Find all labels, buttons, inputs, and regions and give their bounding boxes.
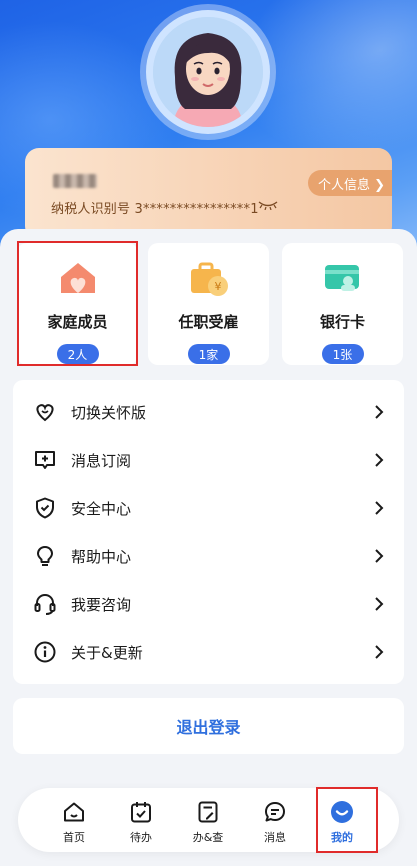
eye-closed-icon[interactable]: [258, 200, 278, 210]
menu-item-label: 我要咨询: [71, 595, 132, 614]
highlight-box-family: [17, 241, 138, 366]
settings-menu: 切换关怀版 消息订阅 安全中心 帮助中心 我要咨询 关于&更新: [13, 380, 404, 684]
tile-label: 任职受雇: [178, 313, 239, 331]
menu-item-message-subscription[interactable]: 消息订阅: [13, 436, 404, 484]
menu-item-about-update[interactable]: 关于&更新: [13, 628, 404, 676]
tax-id-label: 纳税人识别号 3****************1: [51, 202, 259, 217]
heart-outline-icon: [36, 404, 54, 422]
chat-bubble-icon: [265, 802, 285, 822]
avatar-image: [153, 17, 263, 127]
calendar-check-icon: [131, 802, 151, 823]
tab-label: 首页: [63, 831, 85, 844]
bank-card-icon: [324, 265, 359, 291]
tab-label: 待办: [130, 831, 152, 844]
menu-item-label: 切换关怀版: [71, 403, 147, 422]
menu-item-consult[interactable]: 我要咨询: [13, 580, 404, 628]
count-badge: 1张: [321, 344, 364, 364]
count-badge: 1家: [187, 344, 230, 364]
personal-info-button[interactable]: 个人信息 ❯: [308, 170, 392, 196]
menu-item-label: 安全中心: [71, 499, 132, 518]
chevron-right-icon: [375, 549, 384, 563]
chevron-right-icon: [375, 597, 384, 611]
tab-label: 消息: [264, 831, 286, 844]
avatar[interactable]: [146, 10, 270, 134]
info-circle-icon: [34, 641, 56, 663]
lightbulb-icon: [37, 546, 53, 566]
profile-info-card: 纳税人识别号 3****************1 个人信息 ❯: [25, 148, 392, 240]
tab-home[interactable]: 首页: [44, 788, 104, 852]
briefcase-yen-icon: ¥: [190, 262, 228, 296]
menu-item-help-center[interactable]: 帮助中心: [13, 532, 404, 580]
chevron-right-icon: [375, 453, 384, 467]
menu-item-label: 帮助中心: [71, 547, 132, 566]
tab-todo[interactable]: 待办: [111, 788, 171, 852]
message-plus-icon: [35, 451, 55, 469]
chevron-right-icon: [375, 645, 384, 659]
tab-messages[interactable]: 消息: [245, 788, 305, 852]
highlight-box-mine-tab: [316, 787, 378, 853]
tile-label: 银行卡: [319, 313, 365, 331]
menu-item-security-center[interactable]: 安全中心: [13, 484, 404, 532]
tab-label: 办&查: [192, 831, 224, 844]
menu-item-label: 关于&更新: [71, 643, 143, 662]
home-icon: [64, 802, 84, 822]
document-edit-icon: [198, 801, 218, 823]
logout-button[interactable]: 退出登录: [13, 698, 404, 754]
shield-check-icon: [36, 497, 54, 519]
svg-text:¥: ¥: [214, 280, 221, 293]
tile-bank-card[interactable]: 银行卡 1张: [282, 243, 403, 365]
tile-employment[interactable]: ¥ 任职受雇 1家: [148, 243, 269, 365]
chevron-right-icon: [375, 501, 384, 515]
masked-name: [53, 174, 97, 188]
menu-item-label: 消息订阅: [71, 451, 132, 470]
woman-avatar-icon: [153, 17, 263, 127]
headset-icon: [34, 593, 56, 615]
chevron-right-icon: [375, 405, 384, 419]
menu-item-care-mode[interactable]: 切换关怀版: [13, 388, 404, 436]
tab-handle-query[interactable]: 办&查: [178, 788, 238, 852]
